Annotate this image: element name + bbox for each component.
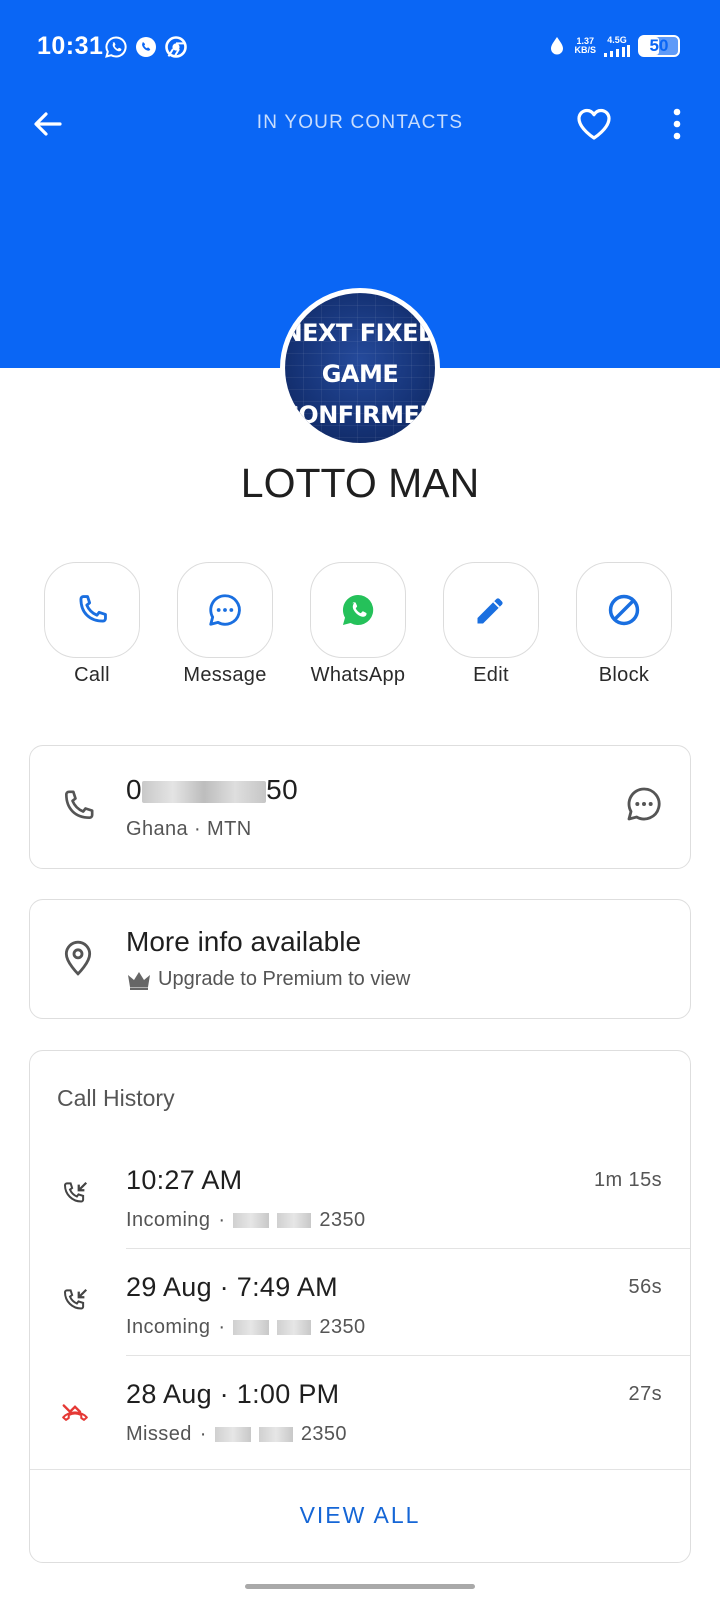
avatar-text: NEXT FIXED GAME CONFIRMED [281,313,439,436]
call-details: Incoming · 2350 [126,1316,366,1339]
divider [126,1354,690,1356]
chrome-icon [165,36,187,58]
edit-action[interactable]: Edit [432,562,550,687]
status-indicators: 1.37 KB/S 4.5G 50 [548,33,680,59]
redacted-digits [258,1427,293,1442]
call-duration: 27s [628,1383,662,1405]
block-icon [608,594,640,626]
call-label: Call [74,664,110,686]
block-action[interactable]: Block [565,562,683,687]
call-history-row[interactable]: 28 Aug · 1:00 PM Missed · 2350 27s [30,1357,690,1463]
incoming-call-icon [63,1288,88,1310]
redacted-digits [233,1213,270,1228]
contact-name: LOTTO MAN [240,460,480,506]
call-history-card: Call History 10:27 AM Incoming · 2350 1m… [29,1050,691,1563]
battery-indicator: 50 [638,35,680,57]
more-vertical-icon[interactable] [664,106,690,142]
call-type: Incoming [126,1316,211,1338]
redacted-digits [142,780,267,803]
whatsapp-icon [342,594,374,626]
redacted-digits [233,1320,270,1335]
more-info-title: More info available [126,926,362,957]
phone-number-prefix: 0 [126,774,143,805]
message-bubble-icon [209,594,241,626]
block-label: Block [598,664,650,686]
call-number-suffix: 2350 [300,1423,347,1445]
whatsapp-icon [105,36,127,58]
message-bubble-icon[interactable] [624,784,664,824]
call-time: 10:27 AM [126,1165,243,1195]
heart-outline-icon[interactable] [574,104,614,144]
call-history-title: Call History [57,1085,175,1111]
signal-bars-icon [604,44,630,57]
redacted-digits [277,1213,312,1228]
whatsapp-action[interactable]: WhatsApp [299,562,417,687]
viber-icon [136,37,156,57]
edit-button[interactable] [443,562,539,658]
more-info-card[interactable]: More info available Upgrade to Premium t… [29,899,691,1019]
network-type: 4.5G [607,34,627,45]
divider [126,1247,690,1249]
separator-dot: · [199,1423,207,1445]
whatsapp-button[interactable] [310,562,406,658]
call-duration: 56s [628,1276,662,1298]
phone-icon [79,595,107,623]
separator-dot: · [218,1209,226,1231]
app-bar: IN YOUR CONTACTS [0,92,720,156]
home-indicator[interactable] [245,1584,475,1589]
view-all-section: VIEW ALL [30,1469,690,1562]
separator-dot: · [218,1316,226,1338]
phone-icon [65,790,94,819]
call-number-suffix: 2350 [319,1209,366,1231]
battery-level: 50 [649,36,669,55]
call-time: 28 Aug · 1:00 PM [126,1379,340,1409]
phone-carrier: Ghana · MTN [126,818,252,840]
edit-label: Edit [473,664,509,686]
water-drop-icon [551,37,564,55]
signal-group: 4.5G [604,34,630,57]
quick-actions: Call Message WhatsApp Edit Block [30,562,690,692]
call-action[interactable]: Call [33,562,151,687]
crown-icon [128,971,150,990]
whatsapp-label: WhatsApp [310,664,406,686]
missed-call-icon [62,1404,88,1421]
phone-number-suffix: 50 [266,774,299,805]
call-number-suffix: 2350 [319,1316,366,1338]
message-label: Message [183,664,267,686]
redacted-digits [277,1320,312,1335]
phone-number-card[interactable]: 0 50 Ghana · MTN [29,745,691,869]
contact-avatar[interactable]: NEXT FIXED GAME CONFIRMED [280,288,440,448]
call-duration: 1m 15s [594,1169,662,1191]
avatar-line-3: CONFIRMED [281,401,439,429]
call-details: Incoming · 2350 [126,1209,366,1232]
call-type: Missed [126,1423,192,1445]
avatar-line-1: NEXT FIXED [282,319,438,347]
redacted-digits [214,1427,251,1442]
status-time: 10:31 [37,32,104,60]
net-speed-unit: KB/S [574,45,596,55]
call-button[interactable] [44,562,140,658]
net-speed: 1.37 KB/S [574,37,596,55]
location-pin-icon [64,940,92,976]
call-history-row[interactable]: 29 Aug · 7:49 AM Incoming · 2350 56s [30,1250,690,1356]
incoming-call-icon [63,1181,88,1203]
message-action[interactable]: Message [166,562,284,687]
message-button[interactable] [177,562,273,658]
premium-upsell-text: Upgrade to Premium to view [158,968,411,990]
call-type: Incoming [126,1209,211,1231]
avatar-line-2: GAME [321,360,399,388]
view-all-button[interactable]: VIEW ALL [30,1502,690,1529]
block-button[interactable] [576,562,672,658]
call-details: Missed · 2350 [126,1423,347,1446]
phone-number[interactable]: 0 50 [126,774,298,806]
call-time: 29 Aug · 7:49 AM [126,1272,338,1302]
call-history-row[interactable]: 10:27 AM Incoming · 2350 1m 15s [30,1143,690,1249]
premium-upsell[interactable]: Upgrade to Premium to view [126,968,410,991]
status-bar: 10:31 1.37 KB/S 4.5G 50 [0,0,720,92]
pencil-icon [477,598,503,624]
